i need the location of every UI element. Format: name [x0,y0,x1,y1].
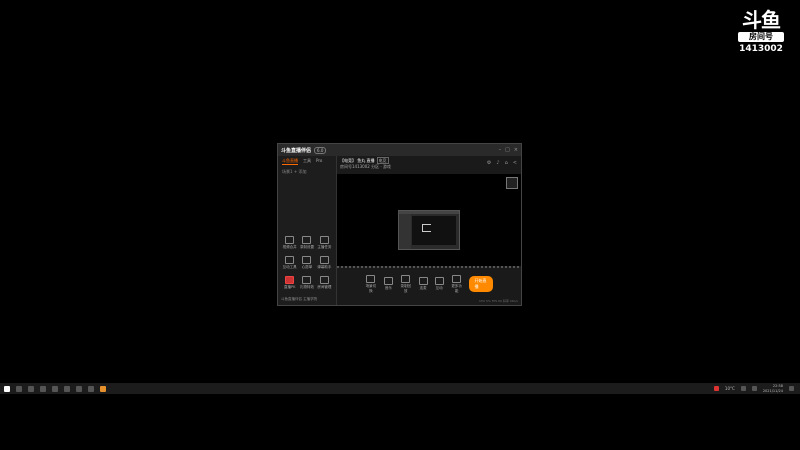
tool-6[interactable]: 弹幕助手 [316,256,333,270]
game-icon[interactable] [64,385,70,392]
volume-icon[interactable] [751,386,757,391]
camera-overlay [506,177,518,189]
status-bar: CPU 5% FPS 60 码率 0kb/s [478,299,518,303]
taskbar: 10°C 22:58 2021/11/24 [0,383,800,394]
home-icon[interactable]: ⌂ [505,160,508,166]
tool-1[interactable]: 视频合并 [281,236,298,250]
record-icon [401,274,411,283]
music-icon [383,277,393,285]
logo-sub: 房间号 [738,32,784,42]
tab-tools[interactable]: 工具 [303,158,311,165]
tab-pro[interactable]: Pro [316,158,322,165]
tab-live[interactable]: 斗鱼直播 [282,158,298,165]
ctrl-music[interactable]: 音乐 [383,277,393,291]
tool-icon [285,256,295,264]
tool-icon [285,236,295,244]
tool-7[interactable]: 直播PK [281,276,298,290]
clock-date: 2021/11/24 [762,388,783,393]
tool-icon [319,236,329,244]
tool-8[interactable]: 礼物特效 [298,276,315,290]
nested-stage [412,216,456,245]
room-header: 【电竞】 鱼丸 直播 电竞 房间号1413002 分区 · 游戏 ⚙ ♪ ⌂ < [337,156,521,174]
action-center-icon[interactable] [789,386,794,391]
left-tabs: 斗鱼直播 工具 Pro [278,156,336,167]
ctrl-scene[interactable]: 场景切换 [365,274,377,294]
room-title[interactable]: 【电竞】 鱼丸 直播 [340,158,375,163]
main-panel: 【电竞】 鱼丸 直播 电竞 房间号1413002 分区 · 游戏 ⚙ ♪ ⌂ < … [337,156,521,305]
tool-4[interactable]: 互动工具 [281,256,298,270]
ctrl-record[interactable]: 录制回放 [400,274,412,294]
version-badge: 6.0 [314,146,327,154]
room-tag: 电竞 [376,157,389,164]
bell-icon[interactable]: ♪ [496,160,499,166]
pk-icon [418,277,428,285]
tool-5[interactable]: 心愿单 [298,256,315,270]
tool-icon [319,276,329,284]
streaming-app-window: 斗鱼直播伴侣 6.0 – □ × 斗鱼直播 工具 Pro 场景1 + 添加 视频… [277,143,522,306]
scene-label[interactable]: 场景1 [282,169,293,174]
ctrl-more[interactable]: 更多功能 [451,274,463,294]
browser-icon[interactable] [52,385,58,392]
app-icon[interactable] [88,385,94,392]
network-icon[interactable] [740,386,746,391]
start-live-button[interactable]: 开始直播 [469,276,493,292]
logo-glyph: 斗鱼 [742,8,781,32]
close-icon[interactable]: × [514,147,518,153]
left-footer[interactable]: 斗鱼直播伴侣 主播学院 [281,297,317,302]
tool-icon [319,256,329,264]
app-brand: 斗鱼直播伴侣 [281,147,312,154]
taskbar-apps [0,385,106,392]
tool-icon [302,256,312,264]
task-view-icon[interactable] [28,385,34,392]
settings-icon[interactable]: ⚙ [487,160,491,166]
windows-start-icon[interactable] [4,385,10,392]
minimize-icon[interactable]: – [499,147,502,153]
title-bar: 斗鱼直播伴侣 6.0 – □ × [278,144,521,156]
system-tray: 10°C 22:58 2021/11/24 [713,384,800,394]
ctrl-live[interactable]: 互动 [434,277,444,291]
control-bar: 场景切换 音乐 录制回放 连麦 互动 更多功能 开始直播 [337,274,521,294]
steam-icon[interactable] [76,385,82,392]
bracket-shape [422,224,431,232]
tool-grid: 视频合并 录制设置 主播任务 互动工具 心愿单 弹幕助手 直播PK 礼物特效 房… [281,236,333,290]
preview-area[interactable] [337,174,521,266]
scene-row: 场景1 + 添加 [278,167,336,177]
nested-preview-window [398,210,460,250]
interact-icon [434,277,444,285]
tool-9[interactable]: 房间管理 [316,276,333,290]
left-panel: 斗鱼直播 工具 Pro 场景1 + 添加 视频合并 录制设置 主播任务 互动工具… [278,156,337,305]
tool-3[interactable]: 主播任务 [316,236,333,250]
scene-icon [366,274,376,283]
tool-icon [285,276,295,284]
wechat-icon[interactable] [40,385,46,392]
douyu-app-icon[interactable] [100,385,106,392]
timeline-ruler [337,266,521,268]
maximize-icon[interactable]: □ [505,147,510,153]
tool-2[interactable]: 录制设置 [298,236,315,250]
ctrl-pk[interactable]: 连麦 [418,277,428,291]
window-controls: – □ × [499,147,518,153]
weather[interactable]: 10°C [725,386,735,391]
notification-icon[interactable] [713,386,719,391]
add-source[interactable]: + 添加 [294,169,307,174]
share-icon[interactable]: < [513,160,517,166]
room-number: 1413002 [739,44,783,54]
douyu-room-logo: 斗鱼 房间号 1413002 [738,10,784,54]
search-icon[interactable] [16,385,22,392]
header-icons: ⚙ ♪ ⌂ < [487,160,517,166]
tool-icon [302,236,312,244]
tool-icon [302,276,312,284]
more-icon [452,274,462,283]
clock[interactable]: 22:58 2021/11/24 [763,384,783,394]
nested-sidebar [399,214,411,249]
